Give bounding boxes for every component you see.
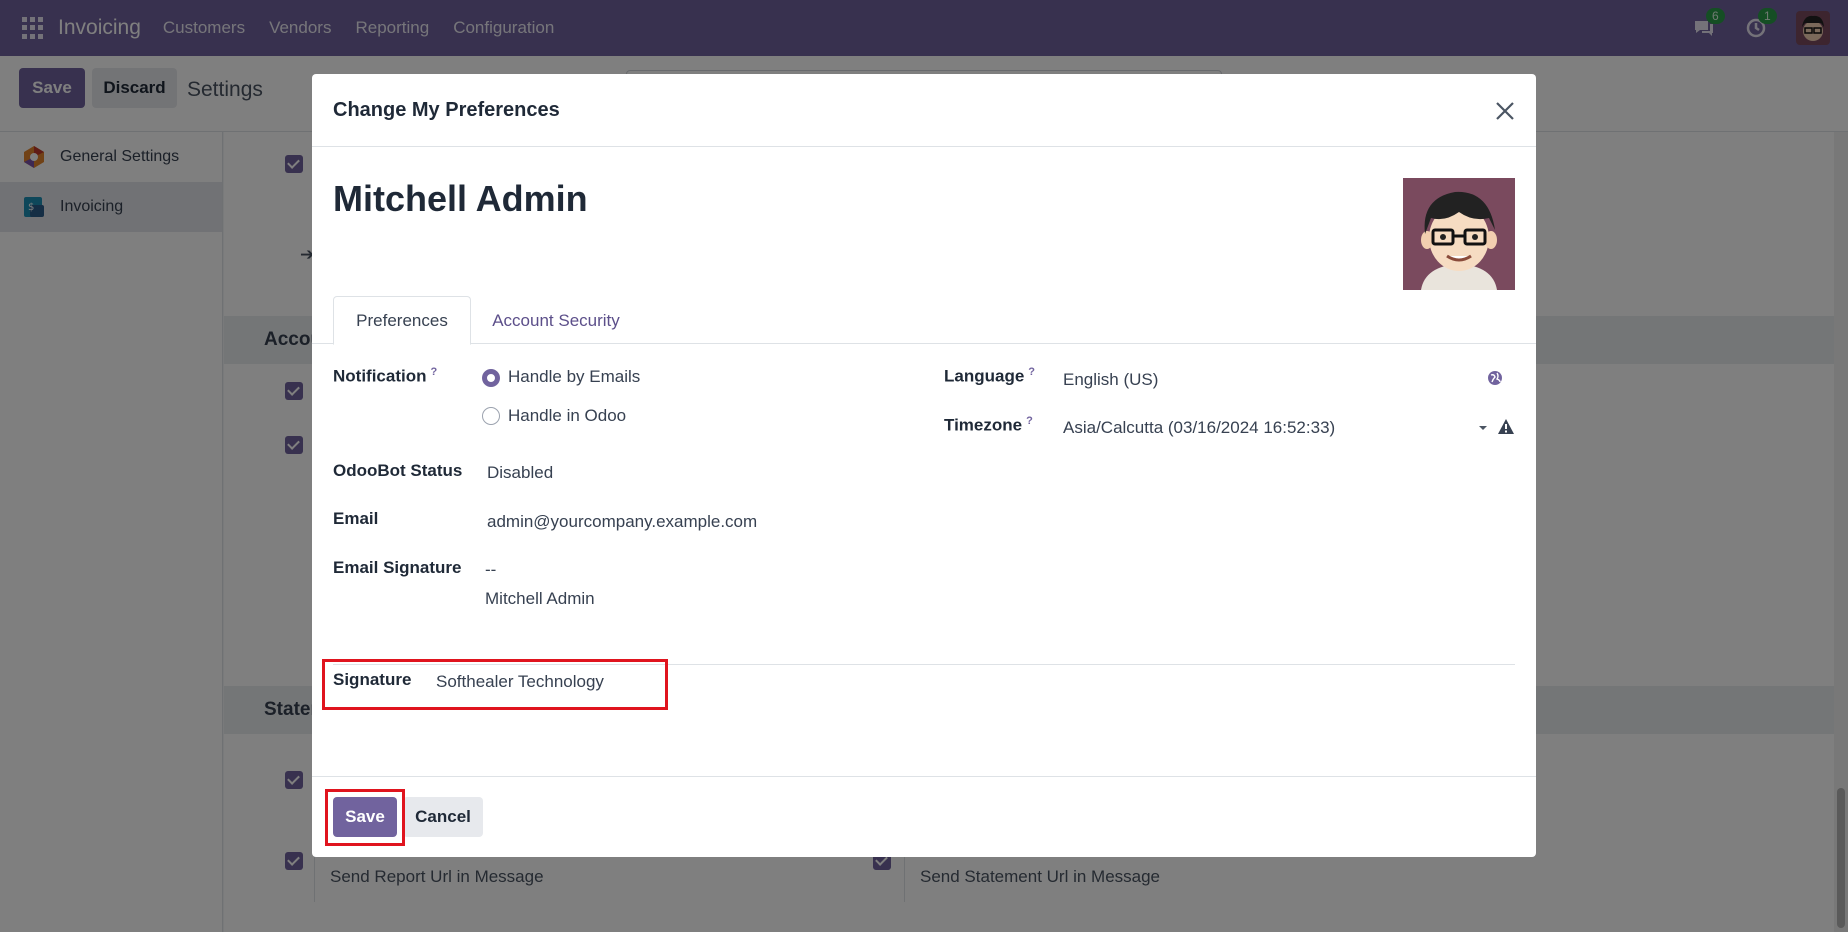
email-label: Email: [333, 509, 379, 528]
notification-label: Notification?: [333, 366, 438, 386]
radio-handle-in-odoo[interactable]: [482, 407, 500, 425]
timezone-label: Timezone?: [944, 415, 1033, 435]
save-highlight-box: [325, 789, 405, 846]
language-select[interactable]: English (US): [1063, 370, 1158, 390]
chevron-down-icon[interactable]: [1478, 424, 1488, 432]
email-field[interactable]: admin@yourcompany.example.com: [487, 512, 757, 532]
preferences-tabs: Preferences Account Security: [312, 296, 1536, 345]
email-signature-line-1[interactable]: --: [485, 560, 496, 580]
tab-preferences[interactable]: Preferences: [333, 296, 471, 345]
dialog-header: Change My Preferences: [312, 74, 1536, 147]
help-tooltip-icon[interactable]: ?: [1028, 366, 1035, 378]
user-name-field[interactable]: Mitchell Admin: [333, 178, 588, 220]
timezone-select[interactable]: Asia/Calcutta (03/16/2024 16:52:33): [1063, 418, 1335, 438]
signature-highlight-box: [322, 659, 668, 710]
profile-avatar[interactable]: [1403, 178, 1515, 290]
dialog-footer: Save Cancel: [312, 776, 1536, 857]
odoobot-status-value[interactable]: Disabled: [487, 463, 553, 483]
warning-icon[interactable]: [1497, 418, 1515, 435]
tab-account-security[interactable]: Account Security: [471, 296, 641, 345]
close-button[interactable]: [1490, 96, 1520, 126]
dialog-title: Change My Preferences: [333, 99, 560, 121]
odoobot-status-label: OdooBot Status: [333, 461, 463, 480]
radio-handle-by-emails[interactable]: [482, 369, 500, 387]
email-signature-label: Email Signature: [333, 558, 462, 577]
radio-label-odoo[interactable]: Handle in Odoo: [508, 406, 626, 426]
email-signature-line-2[interactable]: Mitchell Admin: [485, 589, 595, 609]
radio-label-emails[interactable]: Handle by Emails: [508, 367, 640, 387]
preferences-dialog: Change My Preferences Mitchell Admin Pre…: [312, 74, 1536, 857]
globe-icon[interactable]: [1487, 370, 1503, 386]
help-tooltip-icon[interactable]: ?: [1026, 415, 1033, 427]
cancel-button[interactable]: Cancel: [403, 797, 483, 837]
language-label: Language?: [944, 366, 1036, 386]
help-tooltip-icon[interactable]: ?: [431, 366, 438, 378]
close-icon: [1496, 102, 1514, 120]
